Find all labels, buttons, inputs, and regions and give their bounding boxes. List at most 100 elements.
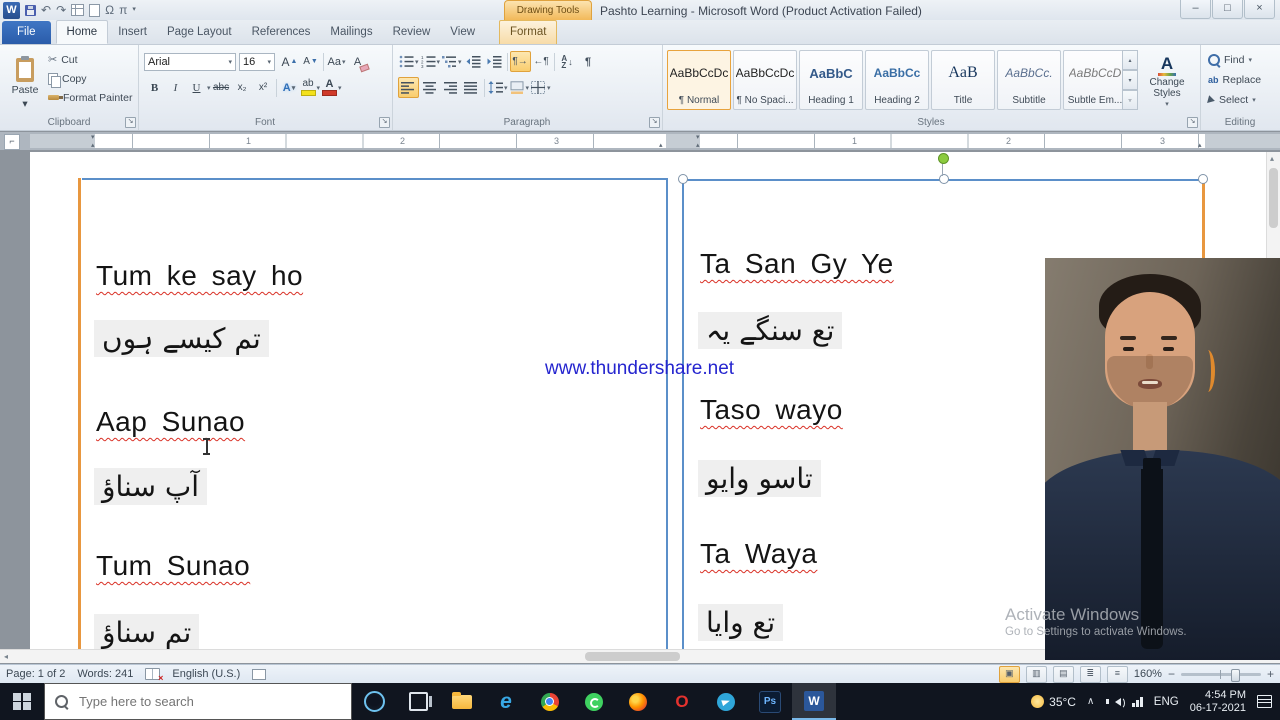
shading-dropdown-icon[interactable]: ▾ bbox=[526, 84, 530, 92]
underline-dropdown-icon[interactable]: ▾ bbox=[207, 84, 211, 92]
paste-button[interactable]: Paste ▾ bbox=[6, 50, 44, 118]
zoom-slider-thumb[interactable] bbox=[1230, 668, 1240, 682]
taskbar-app-word[interactable]: W bbox=[792, 683, 836, 720]
superscript-button[interactable]: x² bbox=[253, 77, 274, 98]
taskbar-search[interactable] bbox=[44, 683, 352, 720]
tab-stop-selector[interactable]: ⌐ bbox=[4, 134, 20, 150]
right-to-left-direction-button[interactable]: ←¶ bbox=[531, 51, 552, 72]
align-left-button[interactable] bbox=[398, 77, 419, 98]
tab-page-layout[interactable]: Page Layout bbox=[157, 21, 242, 44]
italic-button[interactable]: I bbox=[165, 77, 186, 98]
font-size-select[interactable]: 16 ▾ bbox=[239, 52, 275, 71]
line-spacing-button[interactable]: ▾ bbox=[487, 77, 509, 98]
multilevel-list-button[interactable]: ▾ bbox=[441, 51, 463, 72]
text-effects-button[interactable]: A ▾ bbox=[279, 77, 300, 98]
style-normal[interactable]: AaBbCcDc ¶ Normal bbox=[667, 50, 731, 110]
new-document-icon[interactable] bbox=[89, 3, 101, 17]
style-heading-2[interactable]: AaBbCc Heading 2 bbox=[865, 50, 929, 110]
save-icon[interactable] bbox=[25, 4, 36, 16]
highlight-color-button[interactable]: ab ▾ bbox=[300, 77, 322, 98]
change-case-dropdown-icon[interactable]: ▾ bbox=[342, 58, 346, 66]
left-to-right-direction-button[interactable]: ¶→ bbox=[509, 51, 531, 72]
taskbar-app-opera[interactable]: O bbox=[660, 683, 704, 720]
style-subtle-emphasis[interactable]: AaBbCcD Subtle Em... bbox=[1063, 50, 1127, 110]
left-textbox-top-border[interactable] bbox=[82, 178, 666, 180]
undo-icon[interactable]: ↶ bbox=[41, 2, 51, 18]
replace-button[interactable]: ab Replace bbox=[1208, 72, 1261, 87]
numbering-dropdown-icon[interactable]: ▾ bbox=[437, 58, 441, 66]
maximize-button[interactable]: □ bbox=[1212, 0, 1243, 19]
scroll-up-icon[interactable]: ▴ bbox=[1270, 153, 1274, 165]
taskbar-app-telegram[interactable] bbox=[704, 683, 748, 720]
subscript-button[interactable]: x₂ bbox=[232, 77, 253, 98]
font-family-dropdown-icon[interactable]: ▾ bbox=[228, 58, 232, 66]
styles-scroll-down[interactable]: ▾ bbox=[1122, 70, 1138, 90]
tab-format[interactable]: Format bbox=[499, 20, 558, 44]
redo-icon[interactable]: ↷ bbox=[56, 2, 66, 18]
tab-view[interactable]: View bbox=[440, 21, 485, 44]
tab-file[interactable]: File bbox=[2, 21, 51, 44]
taskbar-app-photoshop[interactable]: Ps bbox=[748, 683, 792, 720]
increase-indent-button[interactable] bbox=[484, 51, 505, 72]
vertical-scroll-thumb[interactable] bbox=[1269, 168, 1278, 228]
doc-text-urdu[interactable]: تع سنگے یہ bbox=[698, 312, 843, 349]
tab-mailings[interactable]: Mailings bbox=[320, 21, 382, 44]
resize-handle[interactable] bbox=[939, 174, 949, 184]
copy-button[interactable]: Copy bbox=[48, 71, 132, 88]
hanging-indent-marker[interactable]: ▴ bbox=[696, 142, 700, 149]
doc-text-urdu[interactable]: تم سناؤ bbox=[94, 614, 200, 649]
bullets-dropdown-icon[interactable]: ▾ bbox=[415, 58, 419, 66]
table-icon[interactable] bbox=[71, 4, 85, 16]
zoom-in-button[interactable]: + bbox=[1267, 667, 1274, 681]
style-subtitle[interactable]: AaBbCc. Subtitle bbox=[997, 50, 1061, 110]
align-right-button[interactable] bbox=[440, 77, 461, 98]
change-case-button[interactable]: Aa ▾ bbox=[326, 51, 347, 72]
taskbar-app-chrome[interactable] bbox=[528, 683, 572, 720]
font-color-button[interactable]: A ▾ bbox=[321, 77, 343, 98]
language-indicator[interactable]: English (U.S.) bbox=[172, 668, 240, 680]
font-color-dropdown-icon[interactable]: ▾ bbox=[338, 84, 342, 92]
find-button[interactable]: Find ▾ bbox=[1208, 52, 1261, 67]
tab-review[interactable]: Review bbox=[383, 21, 441, 44]
taskbar-app-edge[interactable]: e bbox=[484, 683, 528, 720]
bold-button[interactable]: B bbox=[144, 77, 165, 98]
first-line-indent-marker[interactable]: ▾ bbox=[696, 134, 700, 141]
doc-text-latin[interactable]: Aap Sunao bbox=[96, 406, 245, 438]
styles-gallery-more[interactable]: ▿ bbox=[1122, 90, 1138, 110]
symbol-omega-icon[interactable]: Ω bbox=[105, 2, 114, 18]
page-indicator[interactable]: Page: 1 of 2 bbox=[6, 668, 65, 680]
zoom-slider[interactable] bbox=[1180, 668, 1261, 682]
doc-text-latin[interactable]: Ta San Gy Ye bbox=[700, 248, 894, 280]
align-center-button[interactable] bbox=[419, 77, 440, 98]
right-indent-marker[interactable]: ▴ bbox=[659, 142, 663, 149]
bullets-button[interactable]: ▾ bbox=[398, 51, 420, 72]
canvas-left-border[interactable] bbox=[78, 178, 81, 649]
multilevel-dropdown-icon[interactable]: ▾ bbox=[458, 58, 462, 66]
line-spacing-dropdown-icon[interactable]: ▾ bbox=[504, 84, 508, 92]
network-icon[interactable] bbox=[1132, 696, 1143, 707]
style-heading-1[interactable]: AaBbC Heading 1 bbox=[799, 50, 863, 110]
text-effects-dropdown-icon[interactable]: ▾ bbox=[292, 84, 296, 92]
input-language-icon[interactable] bbox=[252, 668, 267, 680]
highlight-dropdown-icon[interactable]: ▾ bbox=[317, 84, 321, 92]
font-size-dropdown-icon[interactable]: ▾ bbox=[267, 58, 271, 66]
resize-handle[interactable] bbox=[678, 174, 688, 184]
doc-text-urdu[interactable]: آپ سناؤ bbox=[94, 468, 208, 505]
doc-text-latin[interactable]: Ta Waya bbox=[700, 538, 817, 570]
first-line-indent-marker[interactable]: ▾ bbox=[91, 134, 95, 141]
styles-scroll-up[interactable]: ▴ bbox=[1122, 50, 1138, 70]
resize-handle[interactable] bbox=[1198, 174, 1208, 184]
paste-dropdown-icon[interactable]: ▾ bbox=[22, 98, 27, 110]
style-title[interactable]: AaB Title bbox=[931, 50, 995, 110]
volume-icon[interactable] bbox=[1106, 696, 1126, 709]
doc-text-urdu[interactable]: تم کیسے ہوں bbox=[94, 320, 269, 357]
horizontal-scroll-thumb[interactable] bbox=[585, 652, 680, 661]
sort-button[interactable]: AZ ↓ bbox=[557, 51, 578, 72]
decrease-indent-button[interactable] bbox=[463, 51, 484, 72]
customize-qat-icon[interactable]: ▾ bbox=[132, 2, 136, 18]
word-count[interactable]: Words: 241 bbox=[77, 668, 133, 680]
column-divider-right[interactable] bbox=[682, 178, 684, 649]
styles-dialog-launcher[interactable]: ↘ bbox=[1187, 117, 1198, 128]
zoom-level[interactable]: 160% bbox=[1134, 668, 1162, 680]
shading-button[interactable]: ▾ bbox=[509, 77, 531, 98]
